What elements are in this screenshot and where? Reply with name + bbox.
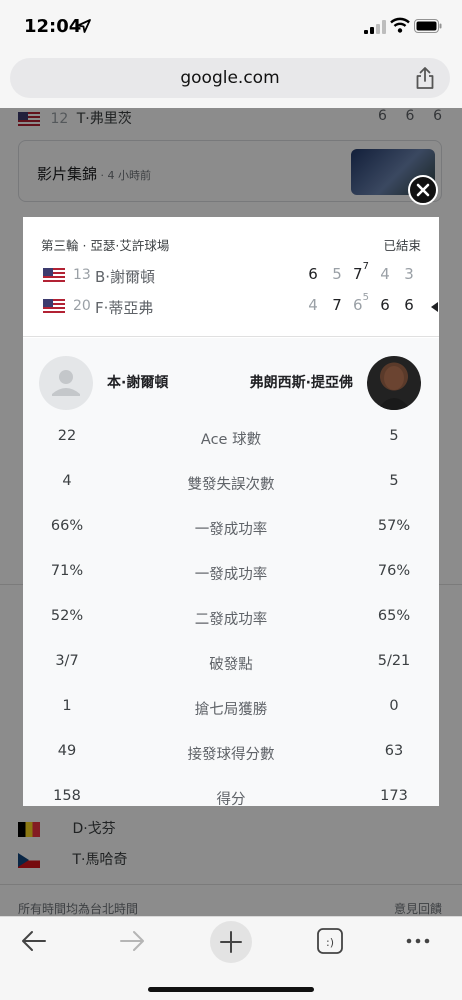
stat-left-value: 158 [53,788,81,804]
stat-left-value: 49 [57,743,77,759]
browser-toolbar: :) [0,916,462,1000]
stat-label: Ace 球數 [200,432,262,448]
share-icon[interactable] [414,66,436,90]
cellular-signal-icon [364,20,386,34]
forward-arrow-icon [120,931,144,951]
back-button[interactable] [14,921,54,961]
new-tab-button[interactable] [210,921,252,963]
set-score: 6 [308,265,318,283]
tabs-button[interactable]: :) [310,921,350,961]
player-seed: 20 [73,298,91,314]
stat-right-value: 0 [389,698,399,714]
set-score: 3 [404,265,414,283]
stat-row: 49 接發球得分數 63 [23,743,439,767]
player-name: F·蒂亞弗 [95,299,154,317]
address-bar-area: google.com [0,52,462,108]
person-icon [52,370,80,396]
back-arrow-icon [22,931,46,951]
stat-right-value: 63 [384,743,404,759]
set-score: 6 [380,296,390,314]
stat-right-value: 57% [377,518,411,534]
stat-label: 得分 [216,792,246,806]
stat-left-value: 1 [62,698,72,714]
close-button[interactable] [408,175,438,205]
stat-left-value: 4 [62,473,72,489]
stat-right-value: 76% [377,563,411,579]
scoreboard-player-row: 13 B·謝爾頓 6 5 77 4 3 [41,261,439,289]
forward-button[interactable] [112,921,152,961]
tabs-icon-text: :) [326,936,334,949]
address-bar[interactable]: google.com [10,58,450,98]
status-time: 12:04 [24,16,82,37]
stat-left-value: 66% [50,518,84,534]
set-score: 4 [380,265,390,283]
scoreboard: 第三輪 · 亞瑟·艾許球場 已結束 13 B·謝爾頓 6 5 77 4 3 20… [23,217,439,337]
player-photo [377,366,411,410]
player-avatar-placeholder [39,356,93,410]
ellipsis-icon [406,938,430,944]
tiebreak-score: 7 [362,261,369,272]
stat-label: 一發成功率 [194,522,268,538]
player-avatar-photo [367,356,421,410]
match-stats-modal: 第三輪 · 亞瑟·艾許球場 已結束 13 B·謝爾頓 6 5 77 4 3 20… [23,217,439,806]
stat-row: 52% 二發成功率 65% [23,608,439,632]
stat-label: 破發點 [209,657,253,673]
stat-label: 搶七局獲勝 [194,702,268,718]
close-icon [416,183,430,197]
us-flag-icon [43,299,65,314]
right-player-name: 弗朗西斯·提亞佛 [249,375,353,391]
stat-label: 一發成功率 [194,567,268,583]
stat-right-value: 5 [389,428,399,444]
stat-left-value: 22 [57,428,77,444]
wifi-icon [390,17,410,33]
set-score: 77 [353,261,369,283]
winner-indicator-icon [431,302,438,312]
battery-icon [414,19,442,33]
round-venue: 第三輪 · 亞瑟·艾許球場 [41,238,170,253]
player-name: B·謝爾頓 [95,268,156,286]
stat-row: 1 搶七局獲勝 0 [23,698,439,722]
stat-left-value: 71% [50,563,84,579]
url-text: google.com [180,68,280,88]
home-indicator[interactable] [148,987,314,992]
set-score: 4 [308,296,318,314]
stat-row: 4 雙發失誤次數 5 [23,473,439,497]
tiebreak-score: 5 [362,292,369,303]
set-score: 6 [404,296,414,314]
left-player-name: 本·謝爾頓 [107,375,169,391]
set-score: 7 [332,296,342,314]
stat-right-value: 65% [377,608,411,624]
more-options-button[interactable] [398,921,438,961]
stat-row: 158 得分 173 [23,788,439,806]
location-arrow-icon [77,19,91,33]
stat-row: 22 Ace 球數 5 [23,428,439,452]
stat-label: 二發成功率 [194,612,268,628]
us-flag-icon [43,268,65,283]
player-seed: 13 [73,267,91,283]
stat-left-value: 52% [50,608,84,624]
tabs-icon: :) [317,928,343,954]
stat-label: 雙發失誤次數 [187,477,275,493]
stat-right-value: 5/21 [377,653,411,669]
stat-row: 66% 一發成功率 57% [23,518,439,542]
scoreboard-player-row: 20 F·蒂亞弗 4 7 65 6 6 [41,292,439,320]
stat-left-value: 3/7 [55,653,79,669]
plus-icon [220,931,242,953]
status-bar: 12:04 [0,0,462,52]
set-score: 5 [332,265,342,283]
stats-panel: 本·謝爾頓 弗朗西斯·提亞佛 22 Ace 球數 5 4 雙發失誤次數 5 66… [23,338,439,806]
match-status: 已結束 [383,238,421,253]
stat-right-value: 173 [380,788,408,804]
stat-row: 71% 一發成功率 76% [23,563,439,587]
stat-label: 接發球得分數 [187,747,275,763]
stat-right-value: 5 [389,473,399,489]
stat-row: 3/7 破發點 5/21 [23,653,439,677]
set-score: 65 [353,292,369,314]
